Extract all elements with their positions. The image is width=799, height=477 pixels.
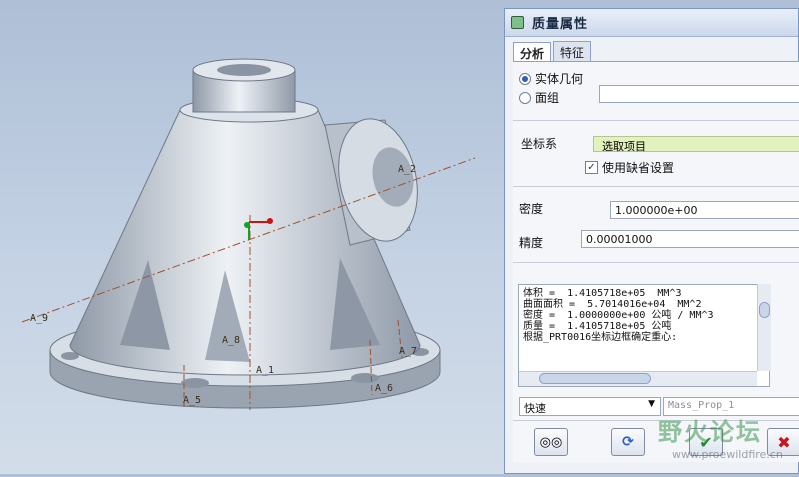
mass-properties-dialog: 质量属性 分析 特征 实体几何 面组 坐标系 选取项目 ✓ 使用缺省设置 密度 … [504,8,799,474]
mode-value: 快速 [524,402,546,415]
repeat-button[interactable]: ⟳ [611,428,645,456]
results-horizontal-scrollbar[interactable] [519,371,757,386]
result-mass: 质量 = 1.4105718e+05 公吨 [523,321,672,332]
scroll-thumb[interactable] [759,302,770,318]
chevron-down-icon: ▼ [648,399,655,409]
separator [513,262,799,263]
glasses-icon: ◎◎ [539,434,563,450]
dialog-title: 质量属性 [532,17,589,32]
accuracy-label: 精度 [519,236,544,250]
axis-label-a5: A_5 [183,395,202,406]
radio-quilt-label: 面组 [535,91,560,105]
model-viewport[interactable]: A_9 A_2 A_8 A_7 A_6 A_5 A_1 [0,0,505,474]
analysis-panel: 实体几何 面组 坐标系 选取项目 ✓ 使用缺省设置 密度 1.000000e+0… [513,61,799,462]
dialog-titlebar[interactable]: 质量属性 [505,9,798,37]
axis-label-a7: A_7 [399,346,418,357]
refresh-icon: ⟳ [622,434,634,450]
csys-label: 坐标系 [521,137,558,151]
separator [513,120,799,121]
watermark-url: www.proewildfire.cn [672,448,783,461]
separator [513,186,799,187]
axis-label-a6: A_6 [375,383,394,394]
csys-selector[interactable]: 选取项目 [593,136,799,153]
tab-feature[interactable]: 特征 [553,41,592,63]
part-model [21,58,476,410]
density-label: 密度 [519,202,544,216]
dialog-app-icon [511,16,524,29]
result-density: 密度 = 1.0000000e+00 公吨 / MM^3 [523,310,714,321]
radio-solid-geometry[interactable]: 实体几何 [519,70,583,87]
use-default-checkbox[interactable]: ✓ 使用缺省设置 [585,159,674,176]
dialog-tabs: 分析 特征 [513,41,593,64]
radio-unselected-icon [519,91,531,104]
radio-solid-label: 实体几何 [535,72,584,86]
mode-dropdown[interactable]: 快速 ▼ [519,397,661,416]
results-vertical-scrollbar[interactable] [757,284,771,371]
preview-button[interactable]: ◎◎ [534,428,568,456]
result-cog-note: 根据_PRT0016坐标边框确定重心: [523,332,678,343]
axis-label-a9: A_9 [30,313,49,324]
density-input[interactable]: 1.000000e+00 [610,201,799,219]
scroll-thumb[interactable] [539,373,651,384]
radio-quilt[interactable]: 面组 [519,89,559,106]
quilt-collector-field[interactable] [599,85,799,103]
axis-label-a1: A_1 [256,365,275,376]
result-surface-area: 曲面面积 = 5.7014016e+04 MM^2 [523,299,702,310]
result-volume: 体积 = 1.4105718e+05 MM^3 [523,288,682,299]
checkbox-checked-icon: ✓ [585,161,598,174]
axis-label-a2: A_2 [398,164,417,175]
radio-selected-icon [519,72,531,85]
axis-label-a8: A_8 [222,335,241,346]
watermark-logo-text: 野火论坛 [658,418,762,446]
use-default-label: 使用缺省设置 [602,161,675,175]
accuracy-input[interactable]: 0.00001000 [581,230,799,248]
